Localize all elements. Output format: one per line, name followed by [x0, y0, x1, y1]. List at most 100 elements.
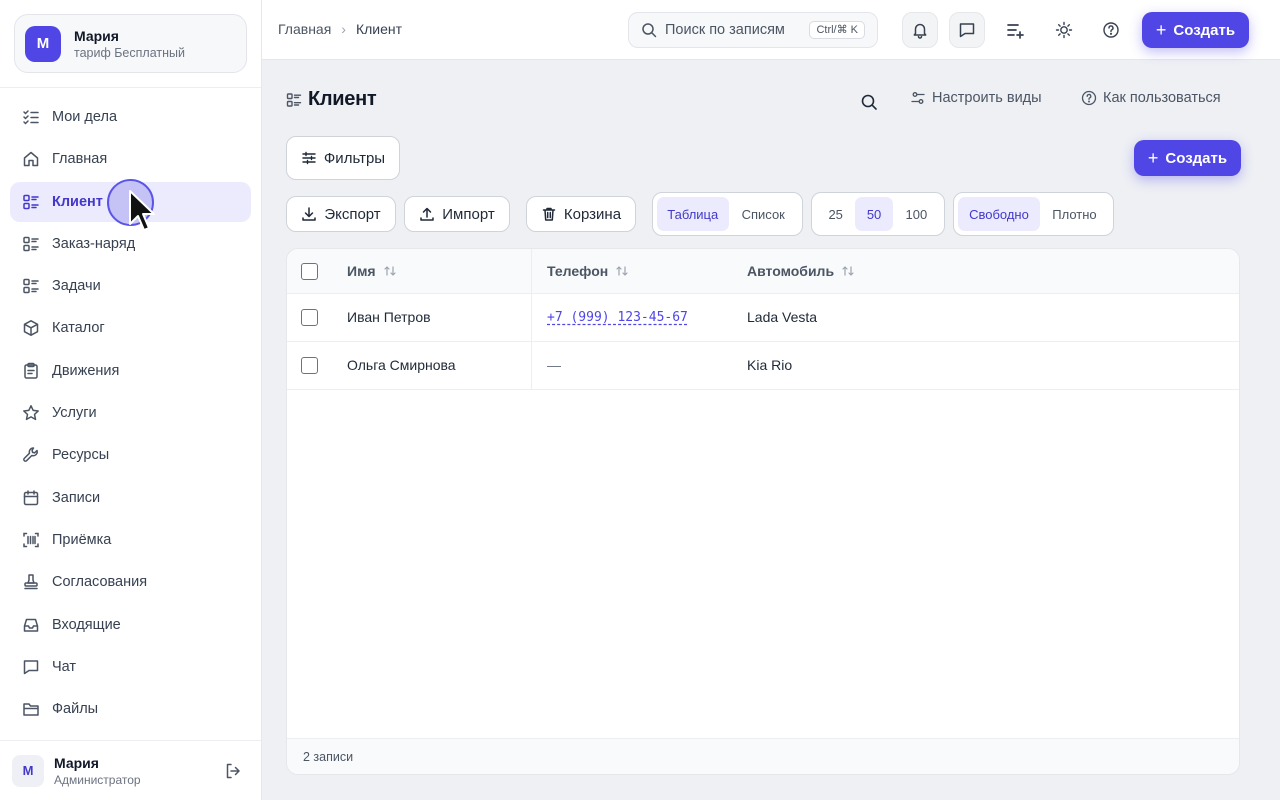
- column-header-name[interactable]: Имя: [347, 263, 397, 279]
- breadcrumb-home[interactable]: Главная: [278, 21, 331, 37]
- page-search-button[interactable]: [851, 84, 887, 120]
- search-input[interactable]: [665, 22, 797, 38]
- list-plus-icon: [1007, 24, 1024, 39]
- barcode-scan-icon: [22, 531, 40, 549]
- density-loose[interactable]: Свободно: [958, 197, 1040, 231]
- sidebar-item-label: Главная: [52, 151, 108, 168]
- sidebar-item-movements[interactable]: Движения: [10, 351, 251, 391]
- import-label: Импорт: [442, 205, 495, 223]
- table-header: Имя Телефон Автомобиль: [287, 249, 1239, 294]
- sidebar-item-home[interactable]: Главная: [10, 139, 251, 179]
- sidebar-item-label: Ресурсы: [52, 447, 110, 464]
- upload-icon: [420, 207, 435, 221]
- view-mode-toggle: Таблица Список: [652, 192, 803, 236]
- table-row[interactable]: Иван Петров +7 (999) 123-45-67 Lada Vest…: [287, 294, 1239, 342]
- column-header-label: Автомобиль: [747, 263, 835, 279]
- list-grid-icon: [22, 235, 40, 253]
- theme-toggle-button[interactable]: [1046, 12, 1082, 48]
- column-header-phone[interactable]: Телефон: [547, 263, 629, 279]
- account-avatar: М: [25, 25, 61, 62]
- sun-icon: [1055, 21, 1073, 39]
- breadcrumb-current: Клиент: [355, 21, 403, 37]
- add-to-list-button[interactable]: [997, 12, 1033, 48]
- sidebar-item-label: Клиент: [52, 193, 103, 210]
- plus-icon: +: [1147, 148, 1159, 168]
- sidebar-item-intake[interactable]: Приёмка: [10, 520, 251, 560]
- sliders-icon: [911, 92, 925, 104]
- sidebar-item-tasks[interactable]: Задачи: [10, 266, 251, 306]
- sidebar-item-services[interactable]: Услуги: [10, 393, 251, 433]
- sidebar-divider: [0, 87, 261, 88]
- user-profile[interactable]: М Мария Администратор: [0, 740, 261, 800]
- sidebar-item-resources[interactable]: Ресурсы: [10, 435, 251, 475]
- account-switcher[interactable]: М Мария тариф Бесплатный: [14, 14, 247, 73]
- column-divider: [531, 294, 532, 342]
- sidebar-item-label: Записи: [52, 489, 101, 506]
- cell-name: Иван Петров: [347, 309, 431, 325]
- table-row[interactable]: Ольга Смирнова — Kia Rio: [287, 342, 1239, 390]
- list-grid-icon: [286, 92, 302, 107]
- sidebar-item-label: Чат: [52, 658, 77, 675]
- help-button[interactable]: [1093, 12, 1129, 48]
- page-size-100[interactable]: 100: [893, 197, 940, 231]
- logout-icon[interactable]: [224, 762, 242, 780]
- user-role: Администратор: [54, 772, 141, 787]
- page-header: Клиент: [286, 88, 377, 111]
- plus-icon: +: [1155, 20, 1167, 40]
- sidebar-item-files[interactable]: Файлы: [10, 689, 251, 729]
- topbar-create-label: Создать: [1173, 21, 1236, 39]
- trash-button[interactable]: Корзина: [526, 196, 636, 232]
- sidebar-item-chat[interactable]: Чат: [10, 647, 251, 687]
- cell-phone-link[interactable]: +7 (999) 123-45-67: [547, 310, 688, 325]
- chevron-right-icon: ›: [341, 21, 346, 37]
- configure-views-button[interactable]: Настроить виды: [910, 90, 1042, 106]
- view-mode-table[interactable]: Таблица: [657, 197, 729, 231]
- column-header-car[interactable]: Автомобиль: [747, 263, 855, 279]
- topbar-create-button[interactable]: + Создать: [1142, 12, 1249, 48]
- cell-name: Ольга Смирнова: [347, 357, 456, 373]
- sidebar-item-label: Файлы: [52, 701, 99, 718]
- chat-icon: [959, 23, 975, 38]
- table-footer: 2 записи: [287, 738, 1239, 774]
- cell-car: Kia Rio: [747, 357, 793, 373]
- list-check-icon: [22, 108, 40, 126]
- sidebar-item-inbox[interactable]: Входящие: [10, 605, 251, 645]
- sidebar-item-approvals[interactable]: Согласования: [10, 562, 251, 602]
- density-toggle: Свободно Плотно: [953, 192, 1114, 236]
- stamp-icon: [22, 573, 40, 591]
- sidebar-item-appointments[interactable]: Записи: [10, 478, 251, 518]
- box-icon: [22, 319, 40, 337]
- export-button[interactable]: Экспорт: [286, 196, 396, 232]
- sidebar-item-catalog[interactable]: Каталог: [10, 308, 251, 348]
- import-button[interactable]: Импорт: [404, 196, 510, 232]
- page-size-50[interactable]: 50: [855, 197, 893, 231]
- sidebar-item-my-tasks[interactable]: Мои дела: [10, 97, 251, 137]
- mouse-cursor-icon: [129, 190, 155, 231]
- filters-label: Фильтры: [323, 149, 386, 167]
- sort-icon: [383, 266, 396, 276]
- column-header-label: Телефон: [547, 263, 609, 279]
- view-mode-list[interactable]: Список: [729, 197, 799, 231]
- row-checkbox[interactable]: [301, 357, 318, 374]
- sidebar-item-label: Приёмка: [52, 531, 112, 548]
- sidebar-item-label: Мои дела: [52, 109, 118, 125]
- sidebar-item-label: Задачи: [52, 278, 101, 295]
- account-name: Мария: [74, 27, 119, 44]
- how-to-use-button[interactable]: Как пользоваться: [1081, 90, 1221, 106]
- calendar-icon: [22, 489, 40, 507]
- page-size-toggle: 25 50 100: [811, 192, 945, 236]
- density-compact[interactable]: Плотно: [1040, 197, 1109, 231]
- search-shortcut-badge: Ctrl/⌘ K: [809, 21, 865, 39]
- list-grid-icon: [22, 193, 40, 211]
- notifications-button[interactable]: [902, 12, 938, 48]
- row-checkbox[interactable]: [301, 309, 318, 326]
- sidebar-item-label: Услуги: [52, 405, 97, 422]
- create-button[interactable]: + Создать: [1134, 140, 1241, 176]
- page-size-25[interactable]: 25: [816, 197, 855, 231]
- clients-table: Имя Телефон Автомобиль Иван Петров +7 (9…: [286, 248, 1240, 775]
- filters-button[interactable]: Фильтры: [286, 136, 400, 180]
- select-all-checkbox[interactable]: [301, 263, 318, 280]
- messages-button[interactable]: [949, 12, 985, 48]
- global-search[interactable]: Ctrl/⌘ K: [628, 12, 878, 48]
- user-name: Мария: [54, 754, 99, 771]
